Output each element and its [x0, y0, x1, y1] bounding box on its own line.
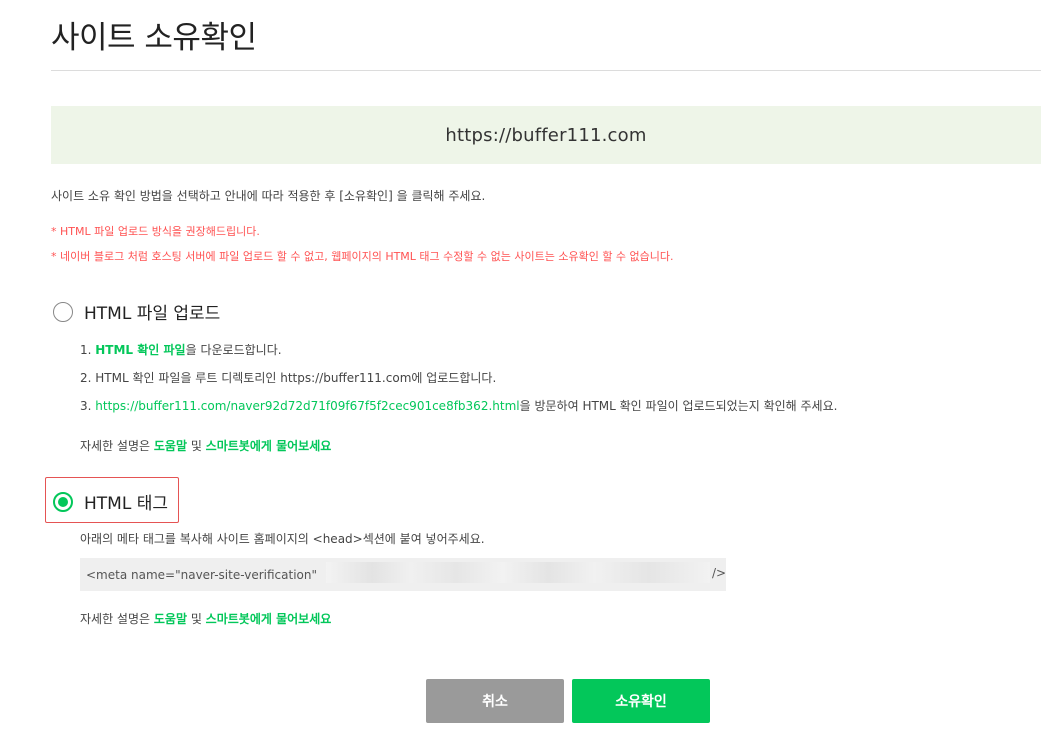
radio-html-tag[interactable] — [53, 491, 73, 512]
option-html-tag[interactable]: HTML 태그 — [53, 489, 168, 514]
file-step-2: 2. HTML 확인 파일을 루트 디렉토리인 https://buffer11… — [80, 371, 497, 385]
file-step-3-suffix: 을 방문하여 HTML 확인 파일이 업로드되었는지 확인해 주세요. — [519, 399, 838, 413]
file-step-3-prefix: 3. — [80, 399, 96, 413]
file-help-link[interactable]: 도움말 — [154, 439, 187, 453]
instruction-text: 사이트 소유 확인 방법을 선택하고 안내에 따라 적용한 후 [소유확인] 을… — [51, 189, 486, 203]
option-html-file-upload-label[interactable]: HTML 파일 업로드 — [84, 299, 220, 324]
confirm-ownership-button[interactable]: 소유확인 — [572, 679, 710, 723]
meta-tag-description: 아래의 메타 태그를 복사해 사이트 홈페이지의 <head>섹션에 붙여 넣어… — [80, 532, 485, 546]
file-step-1: 1. HTML 확인 파일을 다운로드합니다. — [80, 341, 282, 358]
file-step-1-suffix: 을 다운로드합니다. — [185, 343, 282, 357]
notice-recommend: * HTML 파일 업로드 방식을 권장해드립니다. — [51, 225, 260, 238]
html-file-download-link[interactable]: HTML 확인 파일 — [95, 343, 185, 357]
option-html-file-upload[interactable]: HTML 파일 업로드 — [53, 299, 220, 324]
file-help-middle: 및 — [187, 439, 206, 453]
file-step-1-prefix: 1. — [80, 343, 96, 357]
notice-restriction: * 네이버 블로그 처럼 호스팅 서버에 파일 업로드 할 수 없고, 웹페이지… — [51, 250, 674, 263]
file-help-line: 자세한 설명은 도움말 및 스마트봇에게 물어보세요 — [80, 437, 331, 454]
meta-tag-box[interactable]: <meta name="naver-site-verification" /> — [80, 558, 726, 591]
tag-help-link[interactable]: 도움말 — [154, 612, 187, 626]
tag-smartbot-link[interactable]: 스마트봇에게 물어보세요 — [206, 612, 332, 626]
radio-html-file-upload[interactable] — [53, 301, 73, 322]
title-divider — [51, 70, 1041, 71]
page-title: 사이트 소유확인 — [51, 20, 257, 56]
tag-help-prefix: 자세한 설명은 — [80, 612, 154, 626]
tag-help-line: 자세한 설명은 도움말 및 스마트봇에게 물어보세요 — [80, 610, 331, 627]
file-step-3: 3. https://buffer111.com/naver92d72d71f0… — [80, 397, 837, 414]
site-url-banner: https://buffer111.com — [51, 106, 1041, 164]
site-url: https://buffer111.com — [445, 124, 647, 146]
tag-help-middle: 및 — [187, 612, 206, 626]
cancel-button[interactable]: 취소 — [426, 679, 564, 723]
meta-tag-content-redacted — [326, 562, 710, 583]
verification-file-url-link[interactable]: https://buffer111.com/naver92d72d71f09f6… — [95, 399, 519, 413]
file-smartbot-link[interactable]: 스마트봇에게 물어보세요 — [206, 439, 332, 453]
option-html-tag-label[interactable]: HTML 태그 — [84, 489, 168, 514]
file-help-prefix: 자세한 설명은 — [80, 439, 154, 453]
meta-tag-suffix[interactable]: /> — [712, 566, 726, 580]
meta-tag-prefix[interactable]: <meta name="naver-site-verification" — [86, 568, 317, 582]
